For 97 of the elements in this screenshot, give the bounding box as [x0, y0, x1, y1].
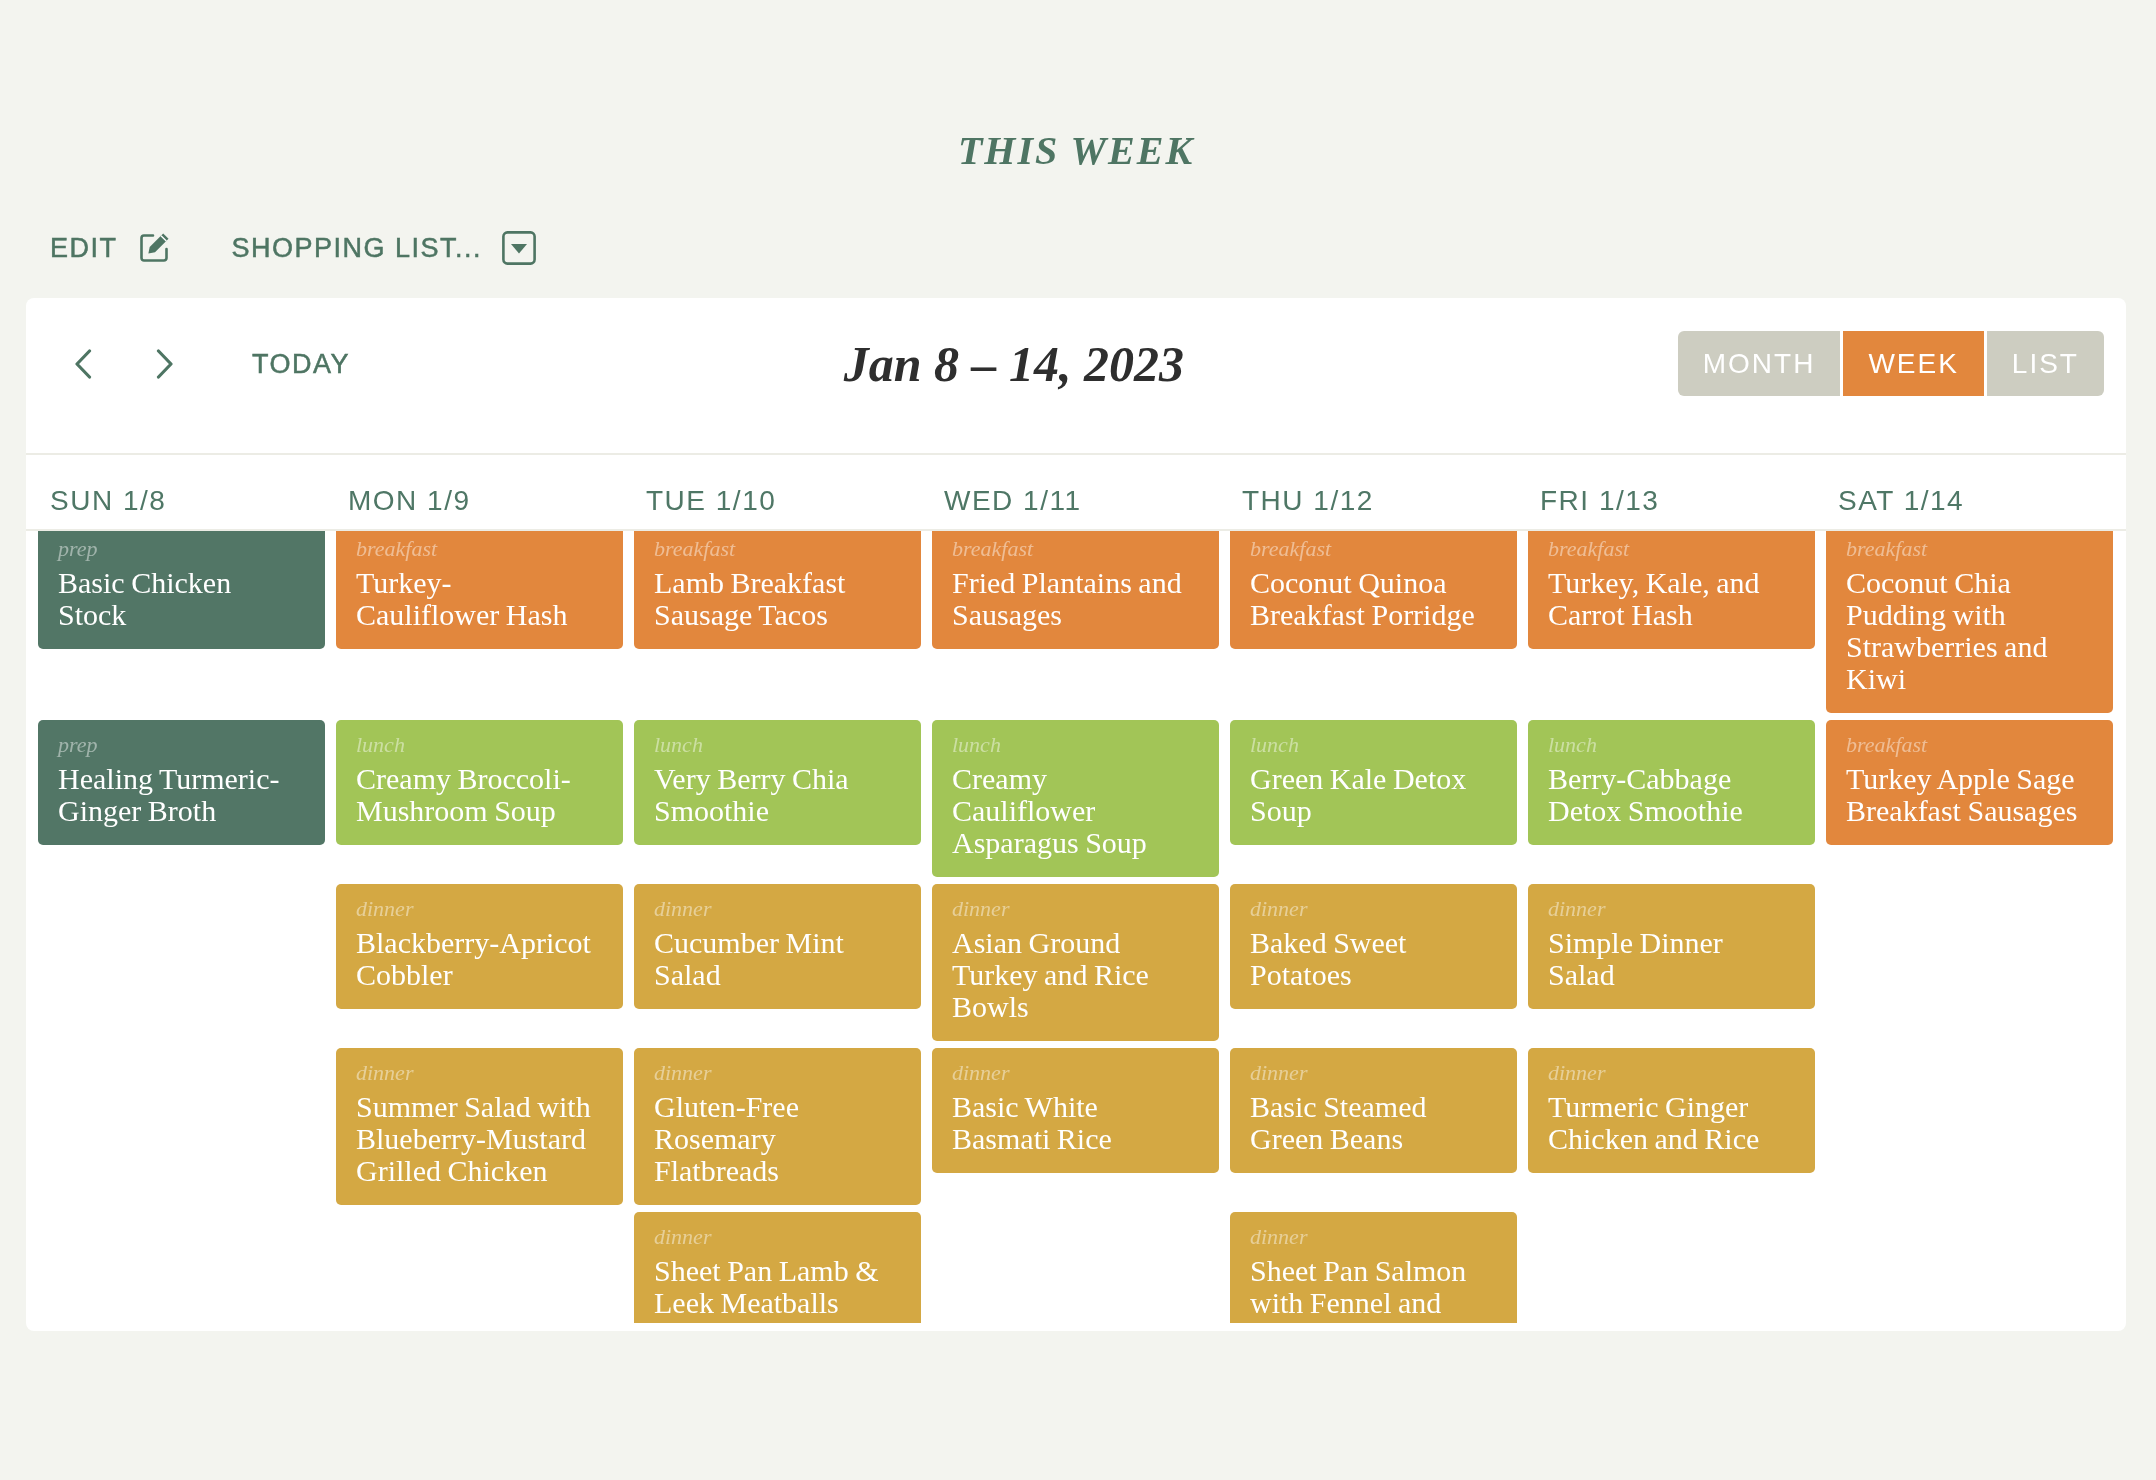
day-header: WED 1/11: [944, 485, 1082, 517]
meal-event[interactable]: breakfast Coconut Chia Pudding with Strawberries and Kiwi: [1826, 531, 2113, 713]
meal-event[interactable]: breakfast Fried Plantains and Sausages: [932, 531, 1219, 649]
meal-title: Lamb Breakfast Sausage Tacos: [654, 567, 847, 631]
chevron-right-icon: [156, 348, 174, 379]
meal-event[interactable]: breakfast Lamb Breakfast Sausage Tacos: [634, 531, 921, 649]
meal-type-label: dinner: [952, 1059, 1011, 1087]
edit-button[interactable]: EDIT: [50, 231, 170, 265]
meal-type-label: dinner: [654, 1059, 713, 1087]
pencil-square-icon: [137, 232, 170, 264]
view-tab[interactable]: WEEK: [1843, 331, 1984, 396]
meal-event[interactable]: prep Healing Turmeric-Ginger Broth: [38, 720, 325, 845]
today-button[interactable]: TODAY: [252, 342, 351, 385]
meal-title: Turkey Apple Sage Breakfast Sausages: [1846, 763, 2079, 827]
meal-event[interactable]: prep Basic Chicken Stock: [38, 531, 325, 649]
meal-title: Summer Salad with Blueberry-Mustard Grilled Chicken: [356, 1091, 592, 1187]
meal-type-label: dinner: [654, 1223, 713, 1251]
meal-type-label: dinner: [1548, 895, 1607, 923]
meal-event[interactable]: breakfast Turkey Apple Sage Breakfast Sausages: [1826, 720, 2113, 845]
meal-type-label: lunch: [1548, 731, 1598, 759]
meal-event[interactable]: dinner Turmeric Ginger Chicken and Rice: [1528, 1048, 1815, 1173]
meal-type-label: dinner: [356, 1059, 415, 1087]
meal-type-label: dinner: [952, 895, 1011, 923]
meal-type-label: breakfast: [1250, 535, 1333, 563]
meal-title: Cucumber Mint Salad: [654, 927, 845, 991]
day-header: MON 1/9: [348, 485, 471, 517]
meal-event[interactable]: lunch Creamy Broccoli-Mushroom Soup: [336, 720, 623, 845]
meal-title: Turkey, Kale, and Carrot Hash: [1548, 567, 1761, 631]
meal-type-label: prep: [58, 535, 99, 563]
meal-title: Sheet Pan Salmon with Fennel and: [1250, 1255, 1468, 1319]
meal-type-label: lunch: [654, 731, 704, 759]
meal-title: Simple Dinner Salad: [1548, 927, 1724, 991]
meal-title: Creamy Broccoli-Mushroom Soup: [356, 763, 572, 827]
meal-type-label: breakfast: [1846, 731, 1929, 759]
date-range-title: Jan 8 – 14, 2023: [843, 334, 1185, 394]
meal-type-label: dinner: [1250, 895, 1309, 923]
meal-type-label: prep: [58, 731, 99, 759]
meal-type-label: dinner: [356, 895, 415, 923]
meal-event[interactable]: lunch Very Berry Chia Smoothie: [634, 720, 921, 845]
page-title: THIS WEEK: [956, 127, 1196, 175]
meal-title: Healing Turmeric-Ginger Broth: [58, 763, 281, 827]
meal-title: Baked Sweet Potatoes: [1250, 927, 1408, 991]
meal-type-label: breakfast: [1548, 535, 1631, 563]
caret-down-box-icon: [502, 231, 537, 265]
meal-type-label: lunch: [1250, 731, 1300, 759]
meal-event[interactable]: dinner Basic White Basmati Rice: [932, 1048, 1219, 1173]
meal-title: Asian Ground Turkey and Rice Bowls: [952, 927, 1150, 1023]
meal-event[interactable]: breakfast Turkey, Kale, and Carrot Hash: [1528, 531, 1815, 649]
meal-title: Green Kale Detox Soup: [1250, 763, 1468, 827]
meal-title: Turmeric Ginger Chicken and Rice: [1548, 1091, 1761, 1155]
meal-title: Fried Plantains and Sausages: [952, 567, 1183, 631]
meal-event[interactable]: dinner Blackberry-Apricot Cobbler: [336, 884, 623, 1009]
meal-title: Coconut Quinoa Breakfast Porridge: [1250, 567, 1476, 631]
meal-type-label: dinner: [1250, 1223, 1309, 1251]
meal-type-label: lunch: [356, 731, 406, 759]
meal-title: Coconut Chia Pudding with Strawberries and Kiwi: [1846, 567, 2049, 695]
meal-title: Sheet Pan Lamb & Leek Meatballs: [654, 1255, 880, 1319]
meal-event[interactable]: dinner Gluten-Free Rosemary Flatbreads: [634, 1048, 921, 1205]
meal-type-label: dinner: [1548, 1059, 1607, 1087]
meal-type-label: breakfast: [356, 535, 439, 563]
meal-title: Basic Chicken Stock: [58, 567, 233, 631]
day-header: SAT 1/14: [1838, 485, 1965, 517]
meal-type-label: lunch: [952, 731, 1002, 759]
meal-event[interactable]: breakfast Coconut Quinoa Breakfast Porridge: [1230, 531, 1517, 649]
meal-event[interactable]: dinner Cucumber Mint Salad: [634, 884, 921, 1009]
meal-title: Basic White Basmati Rice: [952, 1091, 1113, 1155]
meal-event[interactable]: dinner Simple Dinner Salad: [1528, 884, 1815, 1009]
meal-type-label: breakfast: [654, 535, 737, 563]
meal-event[interactable]: dinner Baked Sweet Potatoes: [1230, 884, 1517, 1009]
meal-type-label: dinner: [654, 895, 713, 923]
meal-event[interactable]: dinner Summer Salad with Blueberry-Mustard Grilled Chicken: [336, 1048, 623, 1205]
meal-title: Gluten-Free Rosemary Flatbreads: [654, 1091, 800, 1187]
view-tab[interactable]: LIST: [1986, 331, 2104, 396]
meal-event[interactable]: breakfast Turkey-Cauliflower Hash: [336, 531, 623, 649]
meal-event[interactable]: dinner Sheet Pan Lamb & Leek Meatballs: [634, 1212, 921, 1323]
meal-title: Very Berry Chia Smoothie: [654, 763, 850, 827]
meal-title: Turkey-Cauliflower Hash: [356, 567, 569, 631]
meal-title: Berry-Cabbage Detox Smoothie: [1548, 763, 1744, 827]
day-header: TUE 1/10: [646, 485, 777, 517]
view-tab[interactable]: MONTH: [1677, 331, 1841, 396]
day-header: THU 1/12: [1242, 485, 1374, 517]
meal-type-label: breakfast: [952, 535, 1035, 563]
meal-event[interactable]: dinner Sheet Pan Salmon with Fennel and: [1230, 1212, 1517, 1323]
meal-event[interactable]: lunch Berry-Cabbage Detox Smoothie: [1528, 720, 1815, 845]
meal-event[interactable]: lunch Green Kale Detox Soup: [1230, 720, 1517, 845]
meal-event[interactable]: dinner Asian Ground Turkey and Rice Bowls: [932, 884, 1219, 1041]
meal-type-label: breakfast: [1846, 535, 1929, 563]
day-header: SUN 1/8: [50, 485, 167, 517]
meal-title: Blackberry-Apricot Cobbler: [356, 927, 592, 991]
meal-title: Creamy Cauliflower Asparagus Soup: [952, 763, 1148, 859]
meal-title: Basic Steamed Green Beans: [1250, 1091, 1428, 1155]
meal-event[interactable]: dinner Basic Steamed Green Beans: [1230, 1048, 1517, 1173]
chevron-left-icon: [74, 348, 92, 379]
meal-type-label: dinner: [1250, 1059, 1309, 1087]
day-header: FRI 1/13: [1540, 485, 1660, 517]
meal-event[interactable]: lunch Creamy Cauliflower Asparagus Soup: [932, 720, 1219, 877]
dropdown-button[interactable]: SHOPPING LIST...: [231, 231, 537, 265]
